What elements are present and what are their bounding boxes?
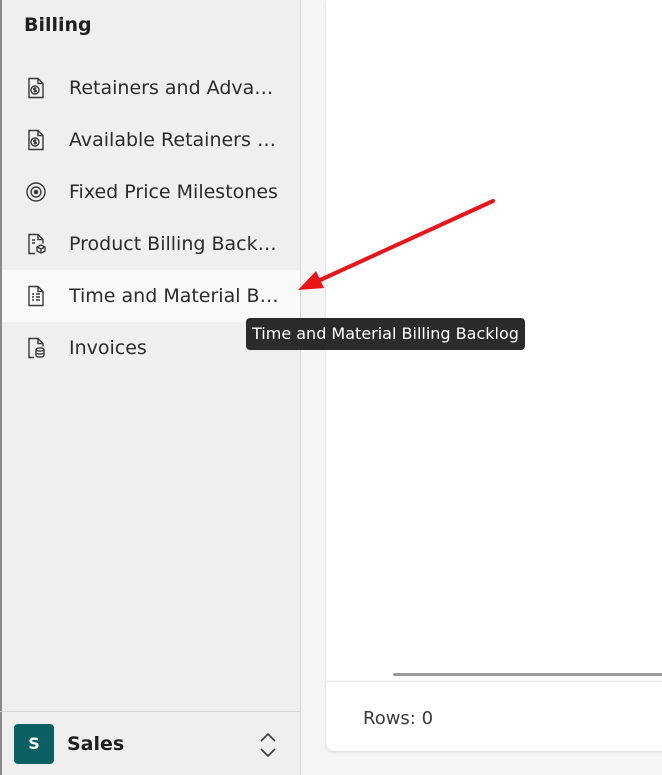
horizontal-scrollbar[interactable] [393,673,662,676]
app-window: Billing Retainers and Advances Available… [0,0,662,775]
sidebar-item-available-retainers[interactable]: Available Retainers and Advances [2,114,300,166]
sidebar-item-time-and-material-billing-backlog[interactable]: Time and Material Billing Backlog [2,270,300,322]
section-title: Billing [24,14,92,36]
grid-footer: Rows: 0 [326,681,662,752]
sidebar: Billing Retainers and Advances Available… [0,0,301,775]
document-box-icon [24,232,48,256]
area-switcher[interactable]: S Sales [0,711,300,775]
area-name: Sales [67,732,125,755]
sidebar-item-label: Retainers and Advances [69,77,279,99]
document-lines-icon [24,284,48,308]
sidebar-item-fixed-price-milestones[interactable]: Fixed Price Milestones [2,166,300,218]
target-icon [24,180,48,204]
sidebar-item-label: Fixed Price Milestones [69,181,278,203]
sidebar-item-label: Product Billing Backlog [69,233,279,255]
main-content: Rows: 0 [301,0,662,775]
money-document-icon [24,128,48,152]
sidebar-item-label: Time and Material Billing Backlog [69,285,279,307]
document-coins-icon [24,336,48,360]
tooltip: Time and Material Billing Backlog [246,318,525,350]
grid-panel: Rows: 0 [326,0,662,751]
rows-count: Rows: 0 [363,708,434,729]
money-document-icon [24,76,48,100]
sidebar-item-product-billing-backlog[interactable]: Product Billing Backlog [2,218,300,270]
sidebar-item-label: Available Retainers and Advances [69,129,279,151]
area-badge: S [14,723,54,764]
chevron-up-down-icon[interactable] [256,731,280,759]
sidebar-item-retainers-and-advances[interactable]: Retainers and Advances [2,62,300,114]
